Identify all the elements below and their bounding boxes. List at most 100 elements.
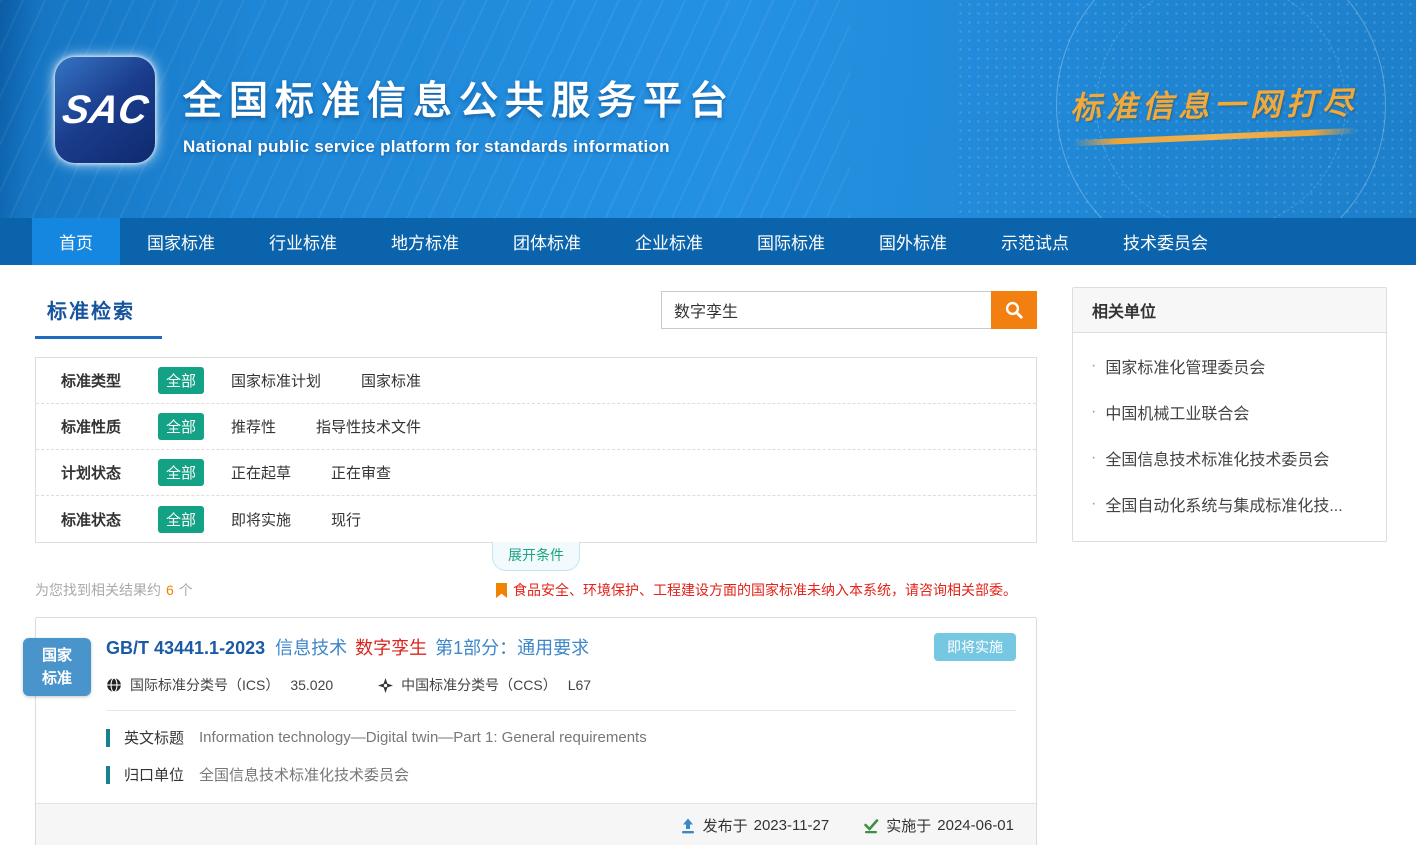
nav-item-group-standards[interactable]: 团体标准 <box>486 218 608 265</box>
section-title-underline: 标准检索 <box>35 287 162 339</box>
notice-text: 食品安全、环境保护、工程建设方面的国家标准未纳入本系统，请咨询相关部委。 <box>513 580 1017 600</box>
result-count: 为您找到相关结果约6个 <box>35 580 193 600</box>
sidebar-item-machinery-federation[interactable]: · 中国机械工业联合会 <box>1091 389 1368 435</box>
related-units-list: · 国家标准化管理委员会 · 中国机械工业联合会 · 全国信息技术标准化技术委员… <box>1073 333 1386 541</box>
nav-item-foreign-standards[interactable]: 国外标准 <box>852 218 974 265</box>
site-title: 全国标准信息公共服务平台 <box>183 70 735 126</box>
standard-title-part2: 第1部分：通用要求 <box>435 638 589 658</box>
filter-panel: 标准类型 全部 国家标准计划 国家标准 标准性质 全部 推荐性 指导性技术文件 … <box>35 357 1037 543</box>
published-date: 2023-11-27 <box>754 817 830 834</box>
published-date-item: 发布于 2023-11-27 <box>680 815 830 836</box>
compass-icon <box>378 678 393 693</box>
sidebar-item-it-standardization-committee[interactable]: · 全国信息技术标准化技术委员会 <box>1091 435 1368 481</box>
sidebar-item-label: 国家标准化管理委员会 <box>1105 354 1265 378</box>
related-units-panel: 相关单位 · 国家标准化管理委员会 · 中国机械工业联合会 · 全国信息技术标准… <box>1072 287 1387 542</box>
ccs-value: L67 <box>568 677 591 693</box>
site-header: SAC 全国标准信息公共服务平台 National public service… <box>0 0 1416 218</box>
nav-item-industry-standards[interactable]: 行业标准 <box>242 218 364 265</box>
filter-all-button[interactable]: 全部 <box>158 459 204 486</box>
site-title-block: 全国标准信息公共服务平台 National public service pla… <box>183 70 735 157</box>
filter-label: 标准状态 <box>61 509 158 530</box>
filter-label: 计划状态 <box>61 462 158 483</box>
header-slogan-text: 标准信息一网打尽 <box>1070 77 1359 127</box>
search-section: 标准检索 <box>35 287 1037 353</box>
nav-item-enterprise-standards[interactable]: 企业标准 <box>608 218 730 265</box>
search-icon <box>1004 300 1024 320</box>
nav-item-international-standards[interactable]: 国际标准 <box>730 218 852 265</box>
filter-all-button[interactable]: 全部 <box>158 413 204 440</box>
main-column: 标准检索 标准类型 全部 国家标准计划 国家标准 标准性质 全部 <box>35 287 1037 845</box>
result-count-number: 6 <box>166 582 174 598</box>
field-bar-decoration <box>106 729 110 747</box>
sidebar-item-automation-committee[interactable]: · 全国自动化系统与集成标准化技... <box>1091 481 1368 527</box>
expand-conditions-button[interactable]: 展开条件 <box>492 542 580 571</box>
card-footer: 发布于 2023-11-27 实施于 2024-06-01 <box>36 803 1036 845</box>
system-notice: 食品安全、环境保护、工程建设方面的国家标准未纳入本系统，请咨询相关部委。 <box>496 580 1037 600</box>
results-summary-row: 为您找到相关结果约6个 食品安全、环境保护、工程建设方面的国家标准未纳入本系统，… <box>35 580 1037 600</box>
implemented-date: 2024-06-01 <box>937 817 1014 834</box>
list-bullet: · <box>1091 495 1096 513</box>
status-badge: 即将实施 <box>934 633 1016 661</box>
filter-option[interactable]: 推荐性 <box>231 416 276 437</box>
list-bullet: · <box>1091 403 1096 421</box>
field-label: 英文标题 <box>124 727 184 748</box>
field-bar-decoration <box>106 766 110 784</box>
filter-label: 标准性质 <box>61 416 158 437</box>
sidebar-item-label: 全国信息技术标准化技术委员会 <box>1105 446 1329 470</box>
filter-option[interactable]: 现行 <box>331 509 361 530</box>
card-divider <box>106 710 1016 711</box>
field-row-english-title: 英文标题 Information technology—Digital twin… <box>106 727 1016 748</box>
filter-option[interactable]: 正在审查 <box>331 462 391 483</box>
result-count-suffix: 个 <box>179 582 193 598</box>
standard-code: GB/T 43441.1-2023 <box>106 638 265 658</box>
nav-item-technical-committees[interactable]: 技术委员会 <box>1096 218 1235 265</box>
site-subtitle: National public service platform for sta… <box>183 137 735 157</box>
globe-icon <box>106 677 122 693</box>
nav-item-pilot-demos[interactable]: 示范试点 <box>974 218 1096 265</box>
bookmark-icon <box>496 583 507 598</box>
field-label: 归口单位 <box>124 764 184 785</box>
ics-value: 35.020 <box>290 677 333 693</box>
filter-row-standard-nature: 标准性质 全部 推荐性 指导性技术文件 <box>36 404 1036 450</box>
nav-item-home[interactable]: 首页 <box>32 218 120 265</box>
sac-logo-text: SAC <box>59 88 151 133</box>
sac-logo[interactable]: SAC <box>55 57 155 163</box>
filter-option[interactable]: 国家标准 <box>361 370 421 391</box>
badge-line1: 国家 <box>42 644 72 667</box>
filter-option[interactable]: 即将实施 <box>231 509 291 530</box>
filter-all-button[interactable]: 全部 <box>158 367 204 394</box>
sidebar-item-sac[interactable]: · 国家标准化管理委员会 <box>1091 343 1368 389</box>
field-value: 全国信息技术标准化技术委员会 <box>199 764 409 785</box>
publish-upload-icon <box>680 818 696 834</box>
header-slogan: 标准信息一网打尽 <box>1070 80 1358 140</box>
filter-all-button[interactable]: 全部 <box>158 506 204 533</box>
nav-item-local-standards[interactable]: 地方标准 <box>364 218 486 265</box>
standard-title-link[interactable]: GB/T 43441.1-2023信息技术数字孪生第1部分：通用要求 <box>106 634 597 660</box>
implemented-label: 实施于 <box>886 815 931 836</box>
ccs-group: 中国标准分类号（CCS） L67 <box>378 675 591 695</box>
slogan-underline-decoration <box>1072 128 1357 146</box>
filter-row-standard-status: 标准状态 全部 即将实施 现行 <box>36 496 1036 542</box>
ics-label: 国际标准分类号（ICS） <box>130 675 279 695</box>
field-value: Information technology—Digital twin—Part… <box>199 729 647 746</box>
search-box <box>661 291 1037 329</box>
standard-type-badge: 国家 标准 <box>23 638 91 696</box>
filter-option[interactable]: 国家标准计划 <box>231 370 321 391</box>
list-bullet: · <box>1091 357 1096 375</box>
nav-item-national-standards[interactable]: 国家标准 <box>120 218 242 265</box>
implement-check-icon <box>863 818 879 834</box>
search-input[interactable] <box>661 291 991 329</box>
card-body: GB/T 43441.1-2023信息技术数字孪生第1部分：通用要求 即将实施 … <box>36 618 1036 785</box>
published-label: 发布于 <box>703 815 748 836</box>
list-bullet: · <box>1091 449 1096 467</box>
card-title-row: GB/T 43441.1-2023信息技术数字孪生第1部分：通用要求 即将实施 <box>106 633 1016 661</box>
field-row-committee: 归口单位 全国信息技术标准化技术委员会 <box>106 764 1016 785</box>
sidebar-item-label: 全国自动化系统与集成标准化技... <box>1105 492 1342 516</box>
filter-option[interactable]: 指导性技术文件 <box>316 416 421 437</box>
badge-line2: 标准 <box>42 667 72 690</box>
ccs-label: 中国标准分类号（CCS） <box>401 675 557 695</box>
related-units-title: 相关单位 <box>1073 288 1386 333</box>
filter-option[interactable]: 正在起草 <box>231 462 291 483</box>
filter-row-plan-status: 计划状态 全部 正在起草 正在审查 <box>36 450 1036 496</box>
search-button[interactable] <box>991 291 1037 329</box>
